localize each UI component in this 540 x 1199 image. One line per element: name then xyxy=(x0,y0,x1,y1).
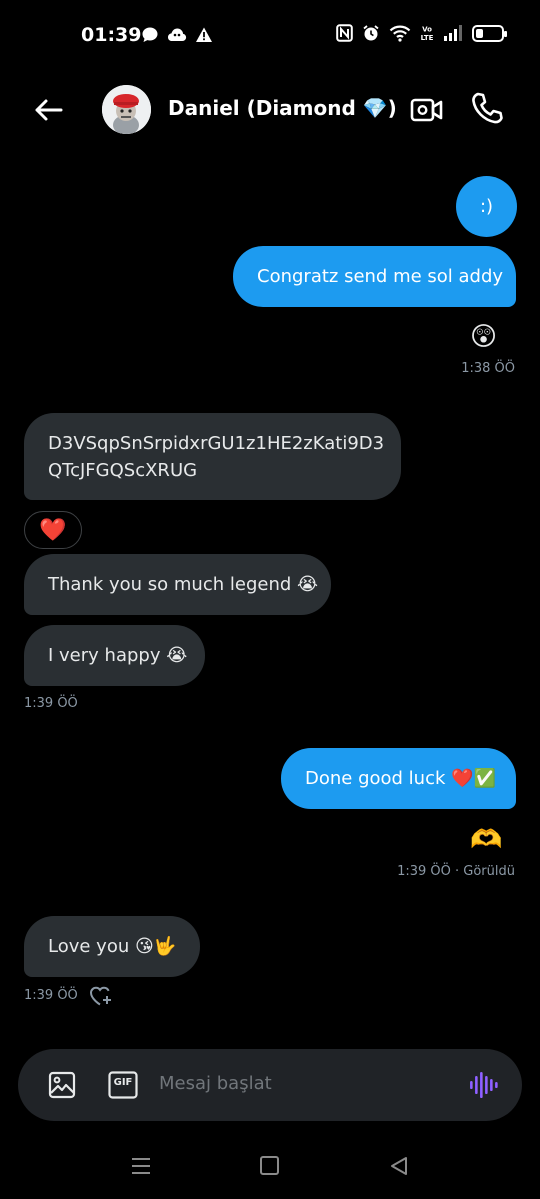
message-timestamp-seen: 1:39 ÖÖ · Görüldü xyxy=(397,864,515,879)
alarm-icon xyxy=(363,25,379,41)
message-timestamp: 1:39 ÖÖ xyxy=(24,696,78,711)
image-icon[interactable] xyxy=(48,1071,76,1099)
message-timestamp: 1:38 ÖÖ xyxy=(461,361,515,376)
message-input[interactable]: Mesaj başlat xyxy=(159,1073,272,1094)
incoming-message[interactable]: I very happy 😭 xyxy=(24,625,205,686)
chat-bubble-icon xyxy=(142,27,158,42)
reaction-heart[interactable]: ❤️ xyxy=(24,511,82,549)
video-call-icon[interactable] xyxy=(410,93,444,127)
svg-text:LTE: LTE xyxy=(421,34,434,42)
add-reaction-icon[interactable] xyxy=(88,984,114,1008)
gif-label: GIF xyxy=(113,1077,133,1088)
contact-name[interactable]: Daniel (Diamond 💎) xyxy=(168,96,397,120)
back-arrow-icon[interactable] xyxy=(30,92,66,128)
avatar[interactable] xyxy=(102,85,151,134)
message-timestamp: 1:39 ÖÖ xyxy=(24,988,78,1003)
phone-call-icon[interactable] xyxy=(470,91,504,127)
outgoing-message[interactable]: Congratz send me sol addy xyxy=(233,246,516,307)
incoming-message[interactable]: D3VSqpSnSrpidxrGU1z1HE2zKati9D3 QTcJFGQS… xyxy=(24,413,401,500)
reaction-emoji[interactable]: 😲 xyxy=(470,322,497,352)
system-navigation-bar xyxy=(0,1140,540,1199)
voice-message-icon[interactable] xyxy=(468,1070,498,1100)
cloud-icon xyxy=(168,28,187,41)
warning-icon xyxy=(196,27,212,42)
battery-icon xyxy=(472,24,507,42)
status-time: 01:39 xyxy=(81,24,142,46)
conversation-header: Daniel (Diamond 💎) xyxy=(0,76,540,142)
outgoing-message[interactable]: :) xyxy=(456,176,517,237)
status-bar: 01:39 Vo LTE xyxy=(0,0,540,72)
message-composer: GIF Mesaj başlat xyxy=(18,1049,522,1121)
outgoing-message[interactable]: Done good luck ❤️✅ xyxy=(281,748,516,809)
incoming-message[interactable]: Love you 😘🤟 xyxy=(24,916,200,977)
volte-icon: VoLTE xyxy=(421,26,434,43)
gif-icon[interactable]: GIF xyxy=(108,1071,138,1099)
home-icon[interactable] xyxy=(260,1156,279,1175)
wifi-icon xyxy=(389,25,411,42)
recent-apps-icon[interactable] xyxy=(130,1156,152,1176)
svg-text:Vo: Vo xyxy=(422,26,432,34)
signal-icon xyxy=(444,25,462,41)
nav-back-icon[interactable] xyxy=(388,1155,410,1177)
reaction-emoji[interactable]: 🫶 xyxy=(470,825,502,855)
nfc-icon xyxy=(336,24,353,42)
incoming-message[interactable]: Thank you so much legend 😭 xyxy=(24,554,331,615)
